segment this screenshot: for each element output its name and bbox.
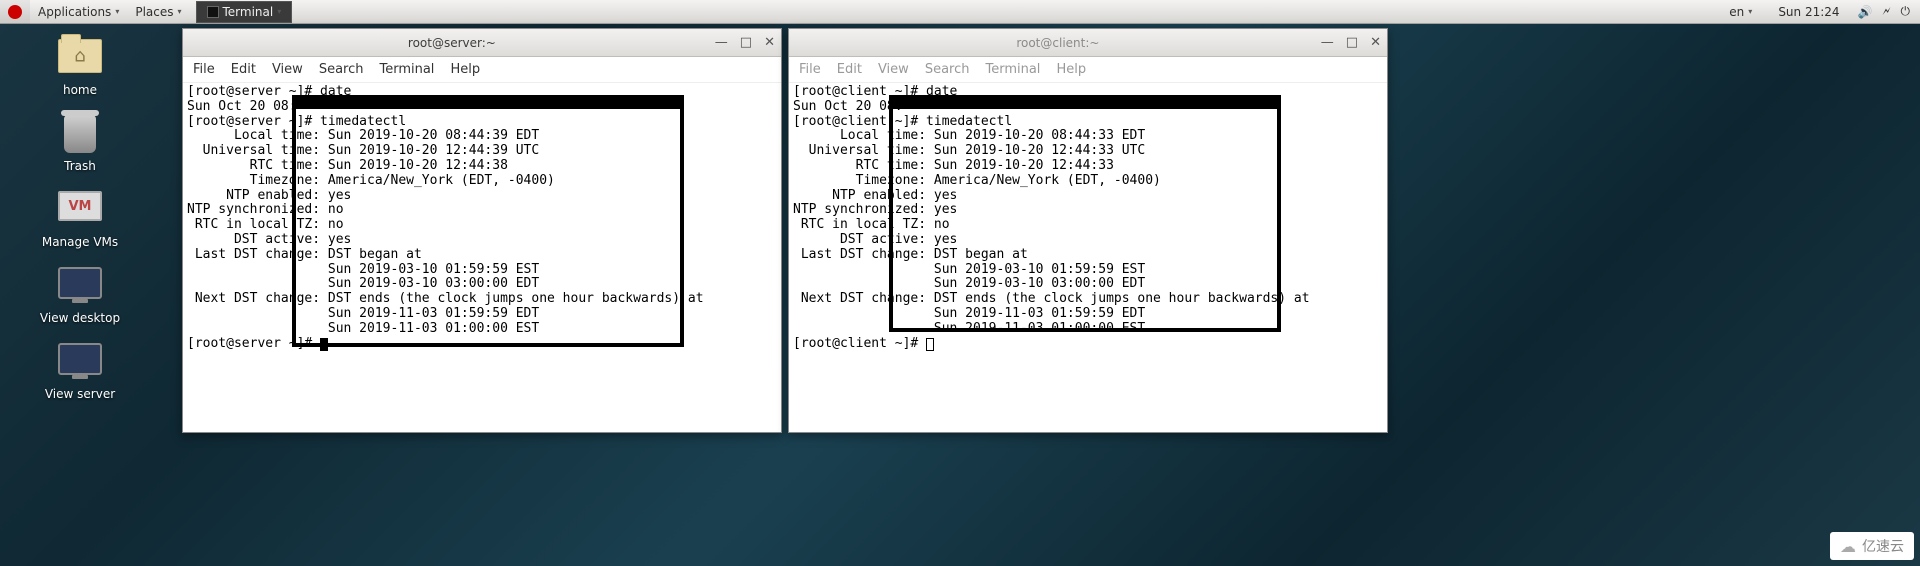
watermark: ☁ 亿速云 xyxy=(1830,532,1914,560)
minimize-button[interactable]: — xyxy=(715,35,728,50)
applications-label: Applications xyxy=(38,5,111,19)
trash-icon xyxy=(56,115,104,155)
chevron-down-icon: ▾ xyxy=(277,7,281,16)
battery-icon[interactable]: 🗲 xyxy=(1883,4,1891,19)
desktop-icon-label: Trash xyxy=(20,159,140,173)
desktop-icon-label: View server xyxy=(20,387,140,401)
fedora-icon xyxy=(8,5,22,19)
menu-search[interactable]: Search xyxy=(319,62,364,77)
taskbar-terminal-label: Terminal xyxy=(223,5,274,19)
vm-icon: VM xyxy=(56,191,104,231)
menu-terminal[interactable]: Terminal xyxy=(379,62,434,77)
places-menu[interactable]: Places ▾ xyxy=(127,0,189,24)
minimize-button[interactable]: — xyxy=(1321,35,1334,50)
menu-help[interactable]: Help xyxy=(450,62,480,77)
desktop-icon-label: View desktop xyxy=(20,311,140,325)
window-buttons: — □ ✕ xyxy=(715,35,775,50)
terminal-output[interactable]: [root@server ~]# date Sun Oct 20 08: [ro… xyxy=(183,83,781,432)
cloud-icon: ☁ xyxy=(1840,537,1856,556)
menu-file[interactable]: File xyxy=(193,62,215,77)
fedora-menu[interactable] xyxy=(0,0,30,24)
window-title: root@server:~ xyxy=(189,36,715,50)
close-button[interactable]: ✕ xyxy=(1370,35,1381,50)
desktop-icon-label: Manage VMs xyxy=(20,235,140,249)
menubar: File Edit View Search Terminal Help xyxy=(789,57,1387,83)
volume-icon[interactable]: 🔊 xyxy=(1858,5,1873,19)
top-panel: Applications ▾ Places ▾ Terminal ▾ en ▾ Sun… xyxy=(0,0,1920,24)
maximize-button[interactable]: □ xyxy=(1346,35,1358,50)
clock-label: Sun 21:24 xyxy=(1778,5,1839,19)
menu-search[interactable]: Search xyxy=(925,62,970,77)
desktop-icon-manage-vms[interactable]: VM Manage VMs xyxy=(20,191,140,249)
applications-menu[interactable]: Applications ▾ xyxy=(30,0,127,24)
menu-terminal[interactable]: Terminal xyxy=(985,62,1040,77)
chevron-down-icon: ▾ xyxy=(177,7,181,16)
maximize-button[interactable]: □ xyxy=(740,35,752,50)
window-title: root@client:~ xyxy=(795,36,1321,50)
monitor-icon xyxy=(56,343,104,383)
menu-file[interactable]: File xyxy=(799,62,821,77)
desktop-icon-view-server[interactable]: View server xyxy=(20,343,140,401)
places-label: Places xyxy=(135,5,173,19)
chevron-down-icon: ▾ xyxy=(115,7,119,16)
menu-view[interactable]: View xyxy=(878,62,909,77)
desktop-icons: ⌂ home Trash VM Manage VMs View desktop … xyxy=(20,35,140,419)
lang-indicator[interactable]: en ▾ xyxy=(1721,0,1760,24)
menu-help[interactable]: Help xyxy=(1056,62,1086,77)
desktop-icon-trash[interactable]: Trash xyxy=(20,115,140,173)
folder-icon: ⌂ xyxy=(56,39,104,79)
menu-edit[interactable]: Edit xyxy=(837,62,862,77)
terminal-output[interactable]: [root@client ~]# date Sun Oct 20 08: [ro… xyxy=(789,83,1387,432)
menubar: File Edit View Search Terminal Help xyxy=(183,57,781,83)
power-icon[interactable]: ⏻ xyxy=(1901,4,1911,19)
monitor-icon xyxy=(56,267,104,307)
panel-left: Applications ▾ Places ▾ Terminal ▾ xyxy=(0,0,292,24)
taskbar-terminal-button[interactable]: Terminal ▾ xyxy=(196,1,293,23)
chevron-down-icon: ▾ xyxy=(1748,7,1752,16)
watermark-text: 亿速云 xyxy=(1862,536,1904,556)
lang-label: en xyxy=(1729,5,1744,19)
window-buttons: — □ ✕ xyxy=(1321,35,1381,50)
close-button[interactable]: ✕ xyxy=(764,35,775,50)
titlebar[interactable]: root@server:~ — □ ✕ xyxy=(183,29,781,57)
desktop-icon-label: home xyxy=(20,83,140,97)
terminal-icon xyxy=(207,6,219,18)
menu-view[interactable]: View xyxy=(272,62,303,77)
desktop-icon-home[interactable]: ⌂ home xyxy=(20,39,140,97)
terminal-window-server[interactable]: root@server:~ — □ ✕ File Edit View Searc… xyxy=(182,28,782,433)
desktop-icon-view-desktop[interactable]: View desktop xyxy=(20,267,140,325)
clock[interactable]: Sun 21:24 xyxy=(1770,0,1847,24)
terminal-window-client[interactable]: root@client:~ — □ ✕ File Edit View Searc… xyxy=(788,28,1388,433)
panel-right: en ▾ Sun 21:24 🔊 🗲 ⏻ xyxy=(1721,0,1920,24)
titlebar[interactable]: root@client:~ — □ ✕ xyxy=(789,29,1387,57)
menu-edit[interactable]: Edit xyxy=(231,62,256,77)
